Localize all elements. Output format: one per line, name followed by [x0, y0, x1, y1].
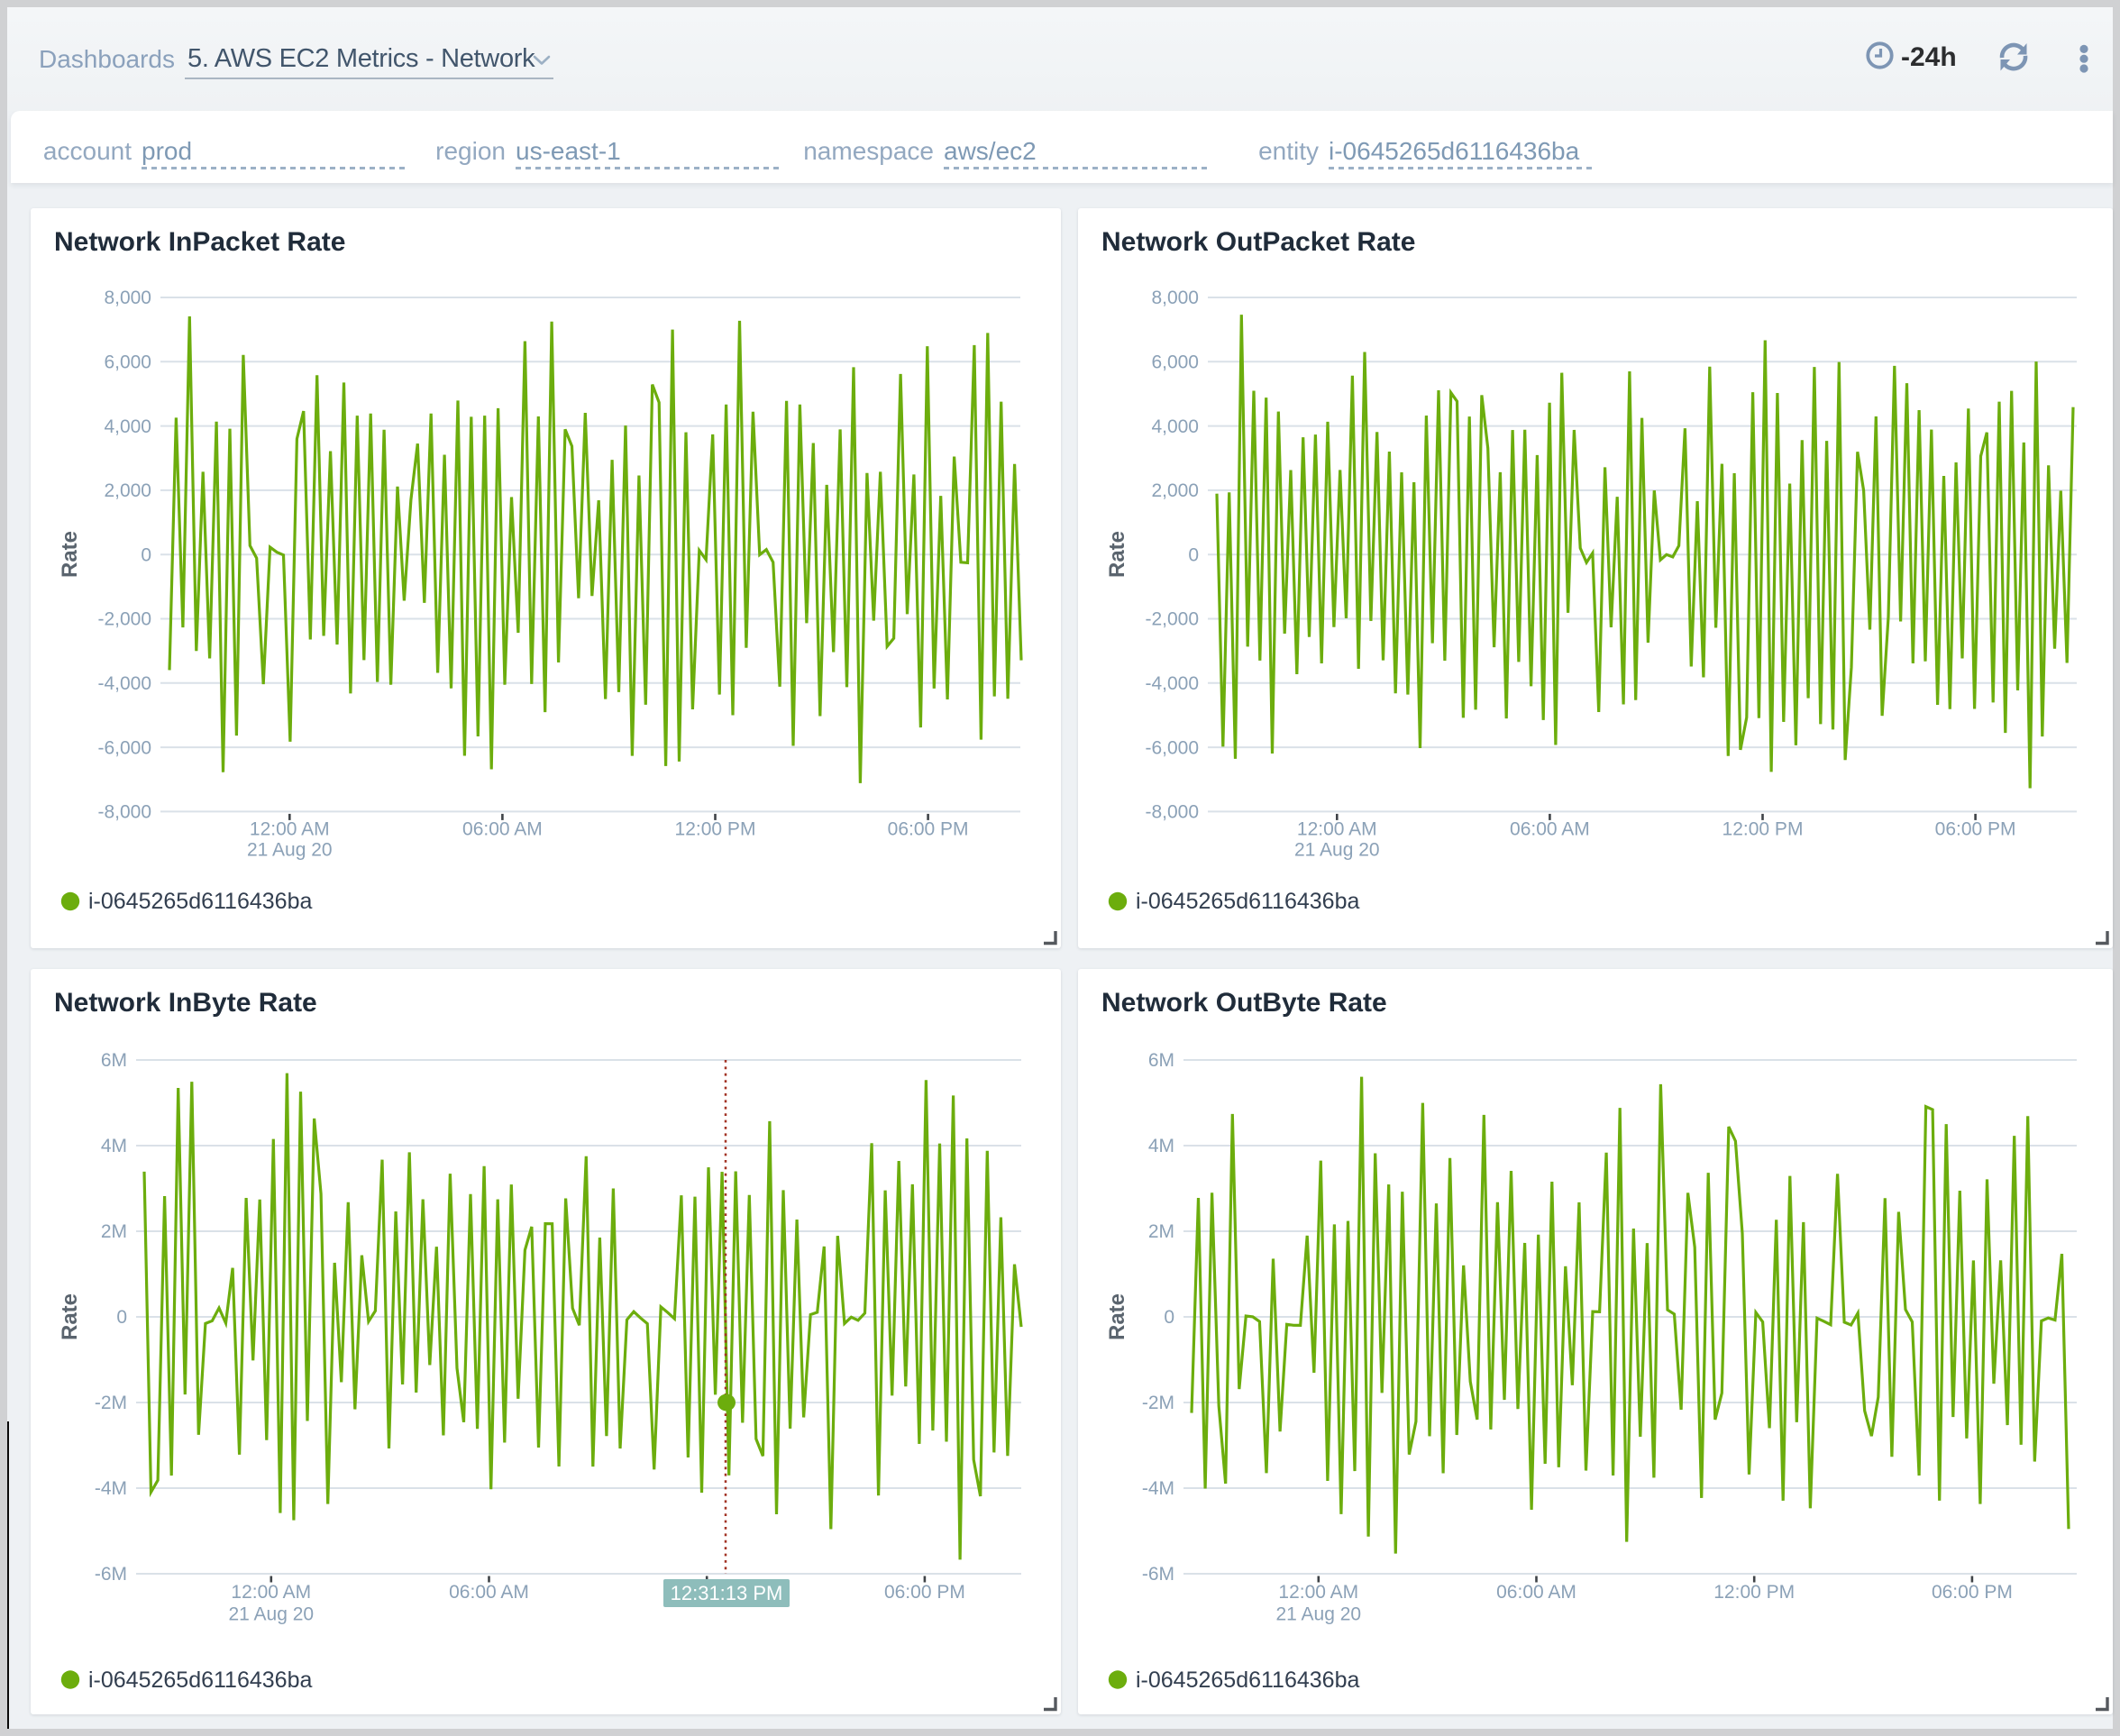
svg-text:06:00 PM: 06:00 PM [884, 1582, 965, 1603]
svg-text:0: 0 [116, 1307, 127, 1328]
svg-text:-6,000: -6,000 [97, 737, 151, 758]
svg-text:12:00 AM: 12:00 AM [231, 1582, 311, 1603]
svg-text:-2,000: -2,000 [1145, 609, 1199, 630]
svg-text:4M: 4M [101, 1136, 127, 1156]
svg-text:2M: 2M [101, 1221, 127, 1242]
svg-text:12:00 PM: 12:00 PM [1722, 819, 1804, 840]
svg-text:-6,000: -6,000 [1145, 737, 1199, 758]
svg-text:-2,000: -2,000 [97, 609, 151, 630]
svg-text:6,000: 6,000 [1151, 352, 1199, 373]
svg-text:06:00 PM: 06:00 PM [888, 819, 969, 840]
svg-text:Rate: Rate [58, 1293, 82, 1340]
svg-text:8,000: 8,000 [104, 288, 151, 308]
svg-text:6M: 6M [101, 1050, 127, 1071]
svg-text:0: 0 [1164, 1307, 1174, 1328]
svg-text:4M: 4M [1148, 1136, 1174, 1156]
svg-text:12:00 PM: 12:00 PM [1713, 1582, 1795, 1603]
svg-text:2M: 2M [1148, 1221, 1174, 1242]
svg-text:8,000: 8,000 [1151, 288, 1199, 308]
svg-text:12:00 AM: 12:00 AM [1297, 819, 1377, 840]
svg-text:06:00 AM: 06:00 AM [462, 819, 543, 840]
svg-text:0: 0 [1188, 544, 1199, 565]
svg-text:0: 0 [141, 544, 151, 565]
svg-text:12:00 PM: 12:00 PM [675, 819, 756, 840]
svg-text:4,000: 4,000 [104, 416, 151, 437]
svg-text:21 Aug 20: 21 Aug 20 [229, 1604, 315, 1625]
svg-text:-4M: -4M [95, 1478, 127, 1499]
svg-text:06:00 PM: 06:00 PM [1935, 819, 2016, 840]
svg-text:-4M: -4M [1142, 1478, 1174, 1499]
svg-text:Rate: Rate [1105, 1293, 1129, 1340]
svg-text:12:00 AM: 12:00 AM [250, 819, 330, 840]
svg-text:6M: 6M [1148, 1050, 1174, 1071]
svg-text:-2M: -2M [95, 1393, 127, 1413]
svg-text:06:00 PM: 06:00 PM [1932, 1582, 2013, 1603]
svg-text:-4,000: -4,000 [97, 673, 151, 694]
svg-text:Rate: Rate [58, 531, 82, 578]
svg-text:06:00 AM: 06:00 AM [1510, 819, 1590, 840]
svg-text:2,000: 2,000 [104, 480, 151, 501]
svg-text:-2M: -2M [1142, 1393, 1174, 1413]
svg-text:6,000: 6,000 [104, 352, 151, 373]
svg-text:Rate: Rate [1105, 531, 1129, 578]
svg-text:-6M: -6M [1142, 1564, 1174, 1585]
svg-text:12:00 AM: 12:00 AM [1278, 1582, 1358, 1603]
svg-text:-8,000: -8,000 [97, 802, 151, 823]
svg-text:-8,000: -8,000 [1145, 802, 1199, 823]
svg-text:-4,000: -4,000 [1145, 673, 1199, 694]
svg-text:2,000: 2,000 [1151, 480, 1199, 501]
svg-text:06:00 AM: 06:00 AM [449, 1582, 529, 1603]
svg-text:4,000: 4,000 [1151, 416, 1199, 437]
svg-text:21 Aug 20: 21 Aug 20 [1276, 1604, 1362, 1625]
svg-text:06:00 AM: 06:00 AM [1496, 1582, 1576, 1603]
svg-text:-6M: -6M [95, 1564, 127, 1585]
svg-text:21 Aug 20: 21 Aug 20 [1294, 840, 1380, 861]
svg-text:21 Aug 20: 21 Aug 20 [247, 840, 333, 861]
